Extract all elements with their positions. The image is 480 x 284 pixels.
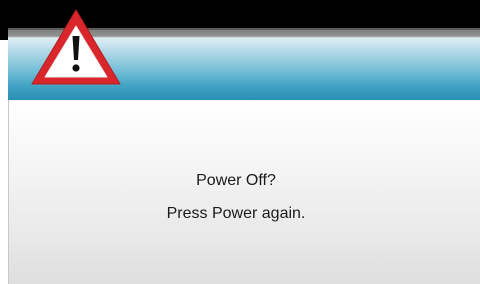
dialog-body — [8, 100, 480, 284]
warning-icon — [28, 6, 124, 90]
power-off-question: Power Off? — [196, 172, 276, 189]
power-off-screen: Power Off? Press Power again. — [0, 0, 480, 284]
press-power-again-instruction: Press Power again. — [166, 205, 306, 222]
